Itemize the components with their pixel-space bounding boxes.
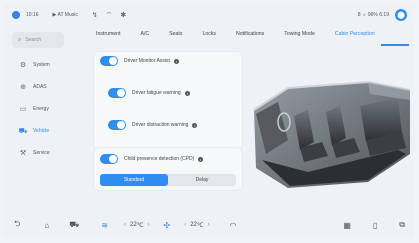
info-icon[interactable]: i bbox=[184, 90, 190, 96]
media-status[interactable]: ▶ AT Music bbox=[53, 12, 78, 18]
defrost-icon[interactable]: ◠ bbox=[230, 221, 237, 230]
driver-fatigue-row: Driver fatigue warning i bbox=[108, 88, 190, 98]
cpd-mode-selector: Standard Delay bbox=[100, 174, 236, 186]
cabin-illustration bbox=[248, 50, 412, 200]
fan-icon[interactable]: ✣ bbox=[163, 221, 170, 230]
status-right-text: 8 ☼ 96% 6:19 bbox=[357, 12, 389, 18]
tab-locks[interactable]: Locks bbox=[202, 31, 236, 43]
battery-icon: ▭ bbox=[19, 106, 27, 113]
tab-notifications[interactable]: Notifications bbox=[236, 31, 284, 43]
tab-instrument[interactable]: Instrument bbox=[96, 31, 141, 43]
gear-icon: ⚙ bbox=[19, 62, 27, 69]
search-icon: ⌕ bbox=[18, 36, 22, 43]
sidebar-item-energy[interactable]: ▭ Energy bbox=[12, 98, 64, 120]
apps-grid-icon[interactable]: ▦ bbox=[343, 221, 351, 230]
home-icon[interactable]: ⌂ bbox=[44, 221, 49, 230]
driver-monitor-toggle[interactable] bbox=[100, 56, 118, 66]
screen: 10:16 ▶ AT Music ↯ ⌔ ✱ 8 ☼ 96% 6:19 ⬤ ⌕ … bbox=[4, 4, 415, 239]
status-time: 10:16 bbox=[26, 12, 39, 18]
sidebar: ⌕ Search ⚙ System ⊕ ADAS ▭ Energy ⛟ Vehi… bbox=[12, 32, 64, 164]
left-temp-increase[interactable]: › bbox=[147, 222, 149, 228]
bottom-dock: ⮌ ⌂ ⛟ ≋ ‹ 22 ℃ › ✣ ‹ 22 ℃ › ◠ ▦ ▯ ⧉ bbox=[4, 211, 415, 239]
status-bar: 10:16 ▶ AT Music ↯ ⌔ ✱ 8 ☼ 96% 6:19 ⬤ bbox=[4, 4, 415, 26]
info-icon[interactable]: i bbox=[198, 156, 204, 162]
left-temperature: ‹ 22 ℃ › bbox=[120, 222, 153, 229]
sidebar-item-vehicle[interactable]: ⛟ Vehicle bbox=[12, 120, 64, 142]
tab-bar: Instrument A/C Seats Locks Notifications… bbox=[96, 31, 411, 43]
seat-heat-icon[interactable]: ≋ bbox=[101, 221, 108, 230]
search-placeholder: Search bbox=[25, 37, 42, 43]
wifi-icon: ⌔ bbox=[105, 11, 113, 19]
sidebar-item-label: Energy bbox=[33, 106, 49, 112]
driver-distraction-label: Driver distraction warning bbox=[132, 122, 189, 128]
phone-icon[interactable]: ▯ bbox=[373, 221, 377, 230]
sidebar-item-service[interactable]: ⚒ Service bbox=[12, 142, 64, 164]
steering-wheel-icon: ⊕ bbox=[20, 84, 26, 91]
tab-towing-mode[interactable]: Towing Mode bbox=[284, 31, 335, 43]
driver-monitor-card bbox=[94, 52, 242, 150]
driver-fatigue-toggle[interactable] bbox=[108, 88, 126, 98]
sidebar-item-label: System bbox=[33, 62, 50, 68]
sidebar-item-label: ADAS bbox=[33, 84, 47, 90]
info-icon[interactable]: i bbox=[173, 58, 179, 64]
cpd-mode-standard[interactable]: Standard bbox=[100, 174, 168, 186]
child-presence-label: Child presence detection (CPD) bbox=[124, 156, 195, 162]
driver-fatigue-label: Driver fatigue warning bbox=[132, 90, 181, 96]
right-temp-unit: ℃ bbox=[196, 222, 204, 229]
car-icon: ⛟ bbox=[18, 127, 28, 135]
tab-ac[interactable]: A/C bbox=[141, 31, 170, 43]
right-temp-decrease[interactable]: ‹ bbox=[184, 222, 186, 228]
cpd-mode-delay[interactable]: Delay bbox=[168, 174, 236, 186]
sidebar-item-label: Vehicle bbox=[33, 128, 50, 134]
driver-distraction-toggle[interactable] bbox=[108, 120, 126, 130]
right-temp-value: 22 bbox=[190, 222, 197, 228]
car-icon[interactable]: ⛟ bbox=[69, 220, 79, 230]
location-icon[interactable]: ⬤ bbox=[395, 9, 407, 21]
app-icon bbox=[12, 11, 20, 19]
tab-seats[interactable]: Seats bbox=[169, 31, 202, 43]
search-input[interactable]: ⌕ Search bbox=[12, 32, 64, 48]
settings-panel: Driver Monitor Assist i Driver fatigue w… bbox=[94, 50, 244, 200]
driver-monitor-label: Driver Monitor Assist bbox=[124, 58, 170, 64]
left-temp-decrease[interactable]: ‹ bbox=[124, 222, 126, 228]
right-temp-increase[interactable]: › bbox=[208, 222, 210, 228]
back-icon[interactable]: ⮌ bbox=[14, 218, 20, 232]
child-presence-toggle[interactable] bbox=[100, 154, 118, 164]
active-tab-indicator bbox=[381, 44, 409, 46]
wrench-icon: ⚒ bbox=[19, 150, 27, 157]
bluetooth-icon: ✱ bbox=[120, 12, 127, 19]
child-presence-row: Child presence detection (CPD) i bbox=[100, 154, 204, 164]
sidebar-item-adas[interactable]: ⊕ ADAS bbox=[12, 76, 64, 98]
info-icon[interactable]: i bbox=[192, 122, 198, 128]
car-interior-image bbox=[253, 80, 411, 188]
right-temperature: ‹ 22 ℃ › bbox=[180, 222, 213, 229]
signal-icon: ↯ bbox=[91, 12, 98, 19]
tab-cabin-perception[interactable]: Cabin Perception bbox=[335, 31, 384, 43]
driver-monitor-row: Driver Monitor Assist i bbox=[100, 56, 179, 66]
left-temp-value: 22 bbox=[130, 222, 137, 228]
sidebar-item-system[interactable]: ⚙ System bbox=[12, 54, 64, 76]
driver-distraction-row: Driver distraction warning i bbox=[108, 120, 198, 130]
left-temp-unit: ℃ bbox=[136, 222, 144, 229]
window-icon[interactable]: ⧉ bbox=[399, 220, 405, 230]
sidebar-item-label: Service bbox=[33, 150, 50, 156]
